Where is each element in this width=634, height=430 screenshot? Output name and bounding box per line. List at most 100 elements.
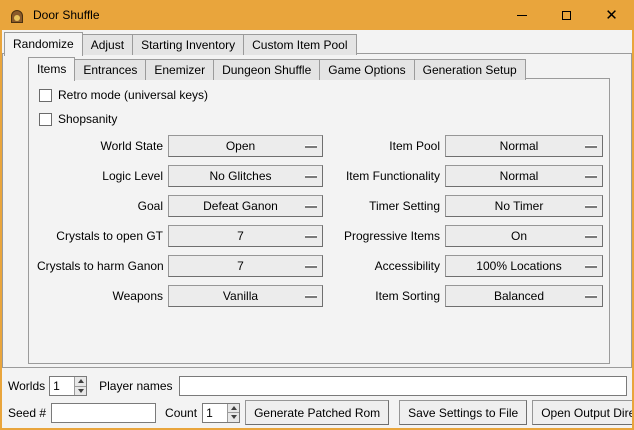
maximize-icon	[562, 11, 571, 20]
dropdown-indicator-icon	[585, 235, 597, 238]
progressive-items-label: Progressive Items	[328, 229, 440, 243]
dropdown-indicator-icon	[585, 295, 597, 298]
dropdown-indicator-icon	[305, 145, 317, 148]
goal-label: Goal	[37, 199, 163, 213]
checkbox-icon[interactable]	[39, 113, 52, 126]
tab-enemizer[interactable]: Enemizer	[145, 59, 214, 80]
crystals-harm-ganon-dropdown[interactable]: 7	[168, 255, 323, 277]
tab-items[interactable]: Items	[28, 57, 75, 81]
spinner-arrows	[227, 404, 239, 422]
window-title: Door Shuffle	[33, 8, 100, 22]
count-spinbox[interactable]	[202, 403, 240, 423]
item-sorting-label: Item Sorting	[328, 289, 440, 303]
count-label: Count	[165, 406, 197, 420]
weapons-value: Vanilla	[223, 289, 268, 303]
retro-mode-checkbox[interactable]: Retro mode (universal keys)	[39, 87, 208, 103]
tab-custom-item-pool[interactable]: Custom Item Pool	[243, 34, 356, 55]
goal-value: Defeat Ganon	[203, 199, 288, 213]
player-names-label: Player names	[99, 379, 172, 393]
spin-up-icon[interactable]	[228, 404, 239, 414]
window-controls: ✕	[499, 0, 634, 30]
spin-down-icon[interactable]	[228, 413, 239, 422]
accessibility-label: Accessibility	[328, 259, 440, 273]
maximize-button[interactable]	[544, 0, 589, 30]
item-functionality-dropdown[interactable]: Normal	[445, 165, 603, 187]
world-state-value: Open	[226, 139, 265, 153]
worlds-input[interactable]	[50, 377, 74, 395]
spinner-arrows	[74, 377, 86, 395]
tab-game-options[interactable]: Game Options	[319, 59, 414, 80]
shopsanity-checkbox[interactable]: Shopsanity	[39, 111, 117, 127]
spin-down-icon[interactable]	[75, 387, 86, 396]
item-sorting-value: Balanced	[494, 289, 554, 303]
checkbox-icon[interactable]	[39, 89, 52, 102]
seed-label: Seed #	[8, 406, 46, 420]
dropdown-indicator-icon	[585, 145, 597, 148]
world-state-label: World State	[37, 139, 163, 153]
worlds-label: Worlds	[8, 379, 45, 393]
item-functionality-value: Normal	[500, 169, 549, 183]
titlebar: Door Shuffle ✕	[0, 0, 634, 30]
open-output-directory-button[interactable]: Open Output Directory	[532, 400, 634, 425]
tab-randomize[interactable]: Randomize	[4, 32, 83, 56]
timer-setting-label: Timer Setting	[328, 199, 440, 213]
worlds-spinbox[interactable]	[49, 376, 87, 396]
tab-dungeon-shuffle[interactable]: Dungeon Shuffle	[213, 59, 320, 80]
crystals-harm-ganon-value: 7	[237, 259, 254, 273]
goal-dropdown[interactable]: Defeat Ganon	[168, 195, 323, 217]
minimize-button[interactable]	[499, 0, 544, 30]
spin-up-icon[interactable]	[75, 377, 86, 387]
timer-setting-dropdown[interactable]: No Timer	[445, 195, 603, 217]
crystals-open-gt-value: 7	[237, 229, 254, 243]
items-pane: Retro mode (universal keys) Shopsanity W…	[28, 78, 610, 364]
worlds-row: Worlds Player names	[8, 375, 627, 397]
timer-setting-value: No Timer	[495, 199, 554, 213]
close-icon: ✕	[605, 8, 618, 23]
app-icon[interactable]	[9, 7, 25, 23]
close-button[interactable]: ✕	[589, 0, 634, 30]
logic-level-value: No Glitches	[209, 169, 281, 183]
dropdown-indicator-icon	[305, 265, 317, 268]
item-pool-label: Item Pool	[328, 139, 440, 153]
progressive-items-dropdown[interactable]: On	[445, 225, 603, 247]
tab-starting-inventory[interactable]: Starting Inventory	[132, 34, 244, 55]
window-border	[0, 0, 2, 430]
door-icon	[11, 10, 23, 23]
accessibility-value: 100% Locations	[476, 259, 571, 273]
crystals-open-gt-label: Crystals to open GT	[37, 229, 163, 243]
dropdown-indicator-icon	[305, 295, 317, 298]
logic-level-dropdown[interactable]: No Glitches	[168, 165, 323, 187]
save-settings-button[interactable]: Save Settings to File	[399, 400, 527, 425]
item-sorting-dropdown[interactable]: Balanced	[445, 285, 603, 307]
tab-adjust[interactable]: Adjust	[82, 34, 133, 55]
item-pool-dropdown[interactable]: Normal	[445, 135, 603, 157]
generate-patched-rom-button[interactable]: Generate Patched Rom	[245, 400, 389, 425]
dropdown-indicator-icon	[585, 175, 597, 178]
minimize-icon	[517, 15, 527, 16]
world-state-dropdown[interactable]: Open	[168, 135, 323, 157]
weapons-label: Weapons	[37, 289, 163, 303]
shopsanity-label: Shopsanity	[58, 112, 117, 126]
seed-input[interactable]	[51, 403, 156, 423]
count-input[interactable]	[203, 404, 227, 422]
item-functionality-label: Item Functionality	[328, 169, 440, 183]
outer-tab-bar: Randomize Adjust Starting Inventory Cust…	[4, 32, 356, 55]
accessibility-dropdown[interactable]: 100% Locations	[445, 255, 603, 277]
retro-mode-label: Retro mode (universal keys)	[58, 88, 208, 102]
dropdown-indicator-icon	[305, 235, 317, 238]
dropdown-indicator-icon	[305, 175, 317, 178]
crystals-harm-ganon-label: Crystals to harm Ganon	[37, 259, 163, 273]
item-pool-value: Normal	[500, 139, 549, 153]
weapons-dropdown[interactable]: Vanilla	[168, 285, 323, 307]
settings-grid: World State Open Item Pool Normal Logic …	[37, 135, 603, 307]
player-names-input[interactable]	[179, 376, 628, 396]
dropdown-indicator-icon	[305, 205, 317, 208]
tab-entrances[interactable]: Entrances	[74, 59, 146, 80]
dropdown-indicator-icon	[585, 265, 597, 268]
tab-generation-setup[interactable]: Generation Setup	[414, 59, 526, 80]
progressive-items-value: On	[511, 229, 537, 243]
inner-tab-bar: Items Entrances Enemizer Dungeon Shuffle…	[28, 57, 525, 80]
logic-level-label: Logic Level	[37, 169, 163, 183]
app-window: Door Shuffle ✕ Randomize Adjust Starting…	[0, 0, 634, 430]
crystals-open-gt-dropdown[interactable]: 7	[168, 225, 323, 247]
